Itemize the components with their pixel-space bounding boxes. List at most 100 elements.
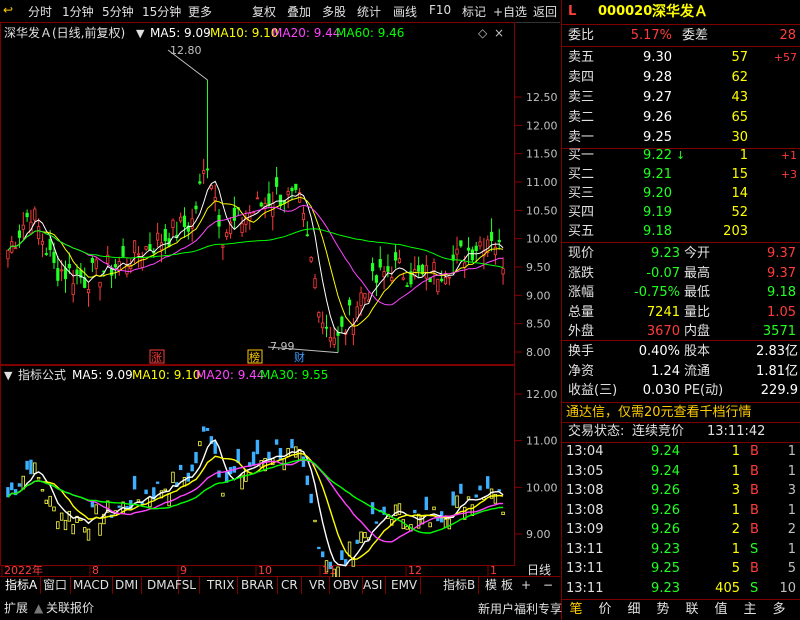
indicator-ma5-label: MA5: 9.09 [72,368,133,382]
toolbar-item-biaoji[interactable]: 标记 [462,3,486,20]
price-header-arrow-icon[interactable]: ▼ [136,27,145,40]
indicator-candle [86,528,91,541]
quote-row: 涨幅 -0.75% 最低 9.18 [562,283,800,303]
price-candle-body [33,208,37,221]
price-y-tick-7: 9.00 [526,289,551,302]
marker-zhang: 涨 [151,351,162,364]
tab-vr[interactable]: VR [306,577,330,594]
back-arrow-icon[interactable]: ↩ [3,3,13,17]
price-candle-body [474,245,478,251]
toolbar-item-5min[interactable]: 5分钟 [102,3,134,20]
weibi-row: 委比 5.17% 委差 28 [562,26,800,46]
marker-cai[interactable]: 财 [294,350,305,364]
sell-price: 9.25 [643,130,672,145]
quote-tab-2[interactable]: 细 [624,600,644,620]
price-candle-body [40,240,45,245]
toolbar-item-f10[interactable]: F10 [429,3,451,17]
toolbar-item-15min[interactable]: 15分钟 [142,3,181,20]
tab-指标a[interactable]: 指标A [2,577,42,594]
quote-label-2: 最低 [684,285,711,300]
tab-cr[interactable]: CR [278,577,302,594]
sell-level-label: 卖二 [568,110,595,125]
tab-macd[interactable]: MACD [70,577,113,594]
tick-time: 13:05 [566,463,604,479]
sell-row: 卖一 9.25 30 [562,128,800,148]
price-candle-body [37,226,41,240]
toolbar-item-huaxian[interactable]: 画线 [393,3,417,20]
sell-volume: 43 [731,90,748,105]
toolbar-item-add-watchlist[interactable]: +自选 [493,3,527,20]
price-candle-body [443,277,448,285]
toolbar-item-fuquan[interactable]: 复权 [252,3,276,20]
quote-tab-1[interactable]: 价 [595,600,615,620]
indicator-candle [305,475,310,486]
indicator-candle [278,448,283,461]
toolbar-item-back[interactable]: 返回 [533,3,557,20]
indicator-candle [355,539,359,544]
price-pane-close-icon[interactable]: × [494,26,504,40]
fundamental-value-2: 1.81亿 [756,363,798,379]
mode-indicator[interactable]: L [568,2,576,22]
price-candle-body [401,277,405,280]
tab-trix[interactable]: TRIX [204,577,239,594]
toolbar-item-more[interactable]: 更多 [188,3,212,20]
sell-level-label: 卖三 [568,90,595,105]
price-candle-body [478,241,482,247]
tab-right-2[interactable]: 板 [498,577,516,594]
quote-tab-4[interactable]: 联 [682,600,702,620]
quote-tab-0[interactable]: 笔 [566,600,586,620]
price-candle-body [309,256,313,262]
tab-kuozhan[interactable]: 扩展 [4,599,28,617]
tab-right-0[interactable]: 指标B [440,577,480,594]
indicator-candle [501,511,505,515]
price-candle-body [71,283,75,295]
price-candle-body [52,251,56,263]
toolbar-item-duogu[interactable]: 多股 [322,3,346,20]
price-candle-body [321,322,325,329]
tick-count: 10 [779,580,796,596]
quote-tab-6[interactable]: 主 [740,600,760,620]
tick-price: 9.23 [651,541,680,557]
buy-price: 9.21 [643,167,672,182]
promo-banner[interactable]: 通达信，仅需20元查看千档行情 [566,402,800,424]
tab-fsl[interactable]: FSL [172,577,200,594]
price-candle-body [424,265,428,279]
toolbar-item-tongji[interactable]: 统计 [357,3,381,20]
tick-count: 1 [787,463,796,479]
indicator-candle [190,464,194,472]
quote-tab-5[interactable]: 值 [711,600,731,620]
quote-label-2: 最高 [684,265,711,281]
tab-emv[interactable]: EMV [388,577,422,594]
quote-tab-3[interactable]: 势 [653,600,673,620]
price-candle-body [374,275,379,283]
toolbar-item-fenshi[interactable]: 分时 [28,3,52,20]
tab-guanlian[interactable]: 关联报价 [46,599,94,617]
price-diamond-icon[interactable]: ◇ [478,26,488,40]
tick-row: 13:09 9.26 2 B 2 [562,520,800,540]
price-candle-body [436,278,440,293]
indicator-candle [478,485,482,491]
toolbar-item-diejia[interactable]: 叠加 [287,3,311,20]
tab-窗口[interactable]: 窗口 [40,577,72,594]
quote-tab-7[interactable]: 多 [769,600,789,620]
price-candle-body [240,223,244,233]
sell-row: 卖五 9.30 57 +57 [562,48,800,68]
tab-obv[interactable]: OBV [330,577,363,594]
price-candle-body [278,194,283,207]
quote-row: 外盘 3670 内盘 3571 [562,322,800,342]
news-button[interactable]: 新用户福利专享 [478,600,562,617]
tab-asi[interactable]: ASI [360,577,387,594]
tick-side: B [750,444,759,459]
tab-right-3[interactable]: + [518,577,534,594]
kline-chart[interactable]: 12.50 12.00 11.50 11.00 10.50 10.00 9.50 9.00 8.… [0,22,560,577]
quote-value: -0.07 [646,265,680,281]
indicator-ma10-line [7,452,504,561]
tab-brar[interactable]: BRAR [238,577,278,594]
tab-right-4[interactable]: − [540,577,556,594]
trade-status-label: 交易状态: [568,424,625,439]
price-y-tick-1: 12.00 [526,119,558,132]
indicator-header-arrow-icon[interactable]: ▼ [4,369,13,382]
tab-dmi[interactable]: DMI [112,577,143,594]
toolbar-item-1min[interactable]: 1分钟 [62,3,94,20]
price-y-tick-5: 10.00 [526,233,558,246]
